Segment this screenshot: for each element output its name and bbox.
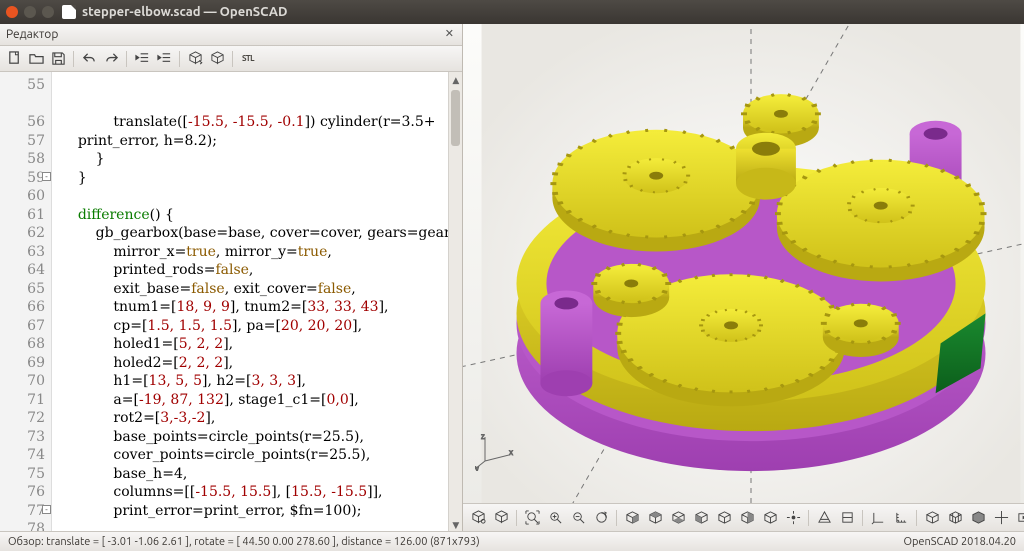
- editor-scrollbar[interactable]: ▲ ▼: [448, 72, 462, 531]
- zoom-in-icon[interactable]: [544, 507, 566, 529]
- status-right: OpenSCAD 2018.04.20: [903, 536, 1016, 548]
- animate-icon[interactable]: [1013, 507, 1024, 529]
- editor-header-label: Редактор: [6, 28, 58, 41]
- redo-icon[interactable]: [101, 49, 121, 69]
- mini-axis-indicator: z x y: [475, 431, 519, 473]
- window-controls: [6, 6, 54, 18]
- editor-panel: Редактор ✕ STL 5556575859-60616263646566…: [0, 24, 463, 531]
- wireframe-icon[interactable]: [944, 507, 966, 529]
- viewport-toolbar: [463, 503, 1024, 531]
- zoom-out-icon[interactable]: [567, 507, 589, 529]
- status-left: Обзор: translate = [ -3.01 -1.06 2.61 ],…: [8, 536, 480, 548]
- preview-cube-icon[interactable]: [467, 507, 489, 529]
- code-text[interactable]: translate([-15.5, -15.5, -0.1]) cylinder…: [52, 72, 462, 531]
- code-editor[interactable]: 5556575859-60616263646566676869707172737…: [0, 72, 462, 531]
- document-icon: [62, 5, 76, 19]
- zoom-fit-icon[interactable]: [521, 507, 543, 529]
- show-edges-icon[interactable]: [921, 507, 943, 529]
- line-number-gutter: 5556575859-60616263646566676869707172737…: [0, 72, 52, 531]
- render-cube-icon[interactable]: [490, 507, 512, 529]
- unindent-icon[interactable]: [132, 49, 152, 69]
- window-minimize-button[interactable]: [24, 6, 36, 18]
- editor-header: Редактор ✕: [0, 24, 462, 46]
- status-bar: Обзор: translate = [ -3.01 -1.06 2.61 ],…: [0, 531, 1024, 551]
- window-titlebar: stepper-elbow.scad — OpenSCAD: [0, 0, 1024, 24]
- view-front-icon[interactable]: [713, 507, 735, 529]
- undo-icon[interactable]: [79, 49, 99, 69]
- view-back-icon[interactable]: [736, 507, 758, 529]
- editor-toolbar: STL: [0, 46, 462, 72]
- crosshair-icon[interactable]: [990, 507, 1012, 529]
- perspective-icon[interactable]: [813, 507, 835, 529]
- preview-icon[interactable]: [185, 49, 205, 69]
- view-bottom-icon[interactable]: [667, 507, 689, 529]
- window-maximize-button[interactable]: [42, 6, 54, 18]
- scrollbar-thumb[interactable]: [451, 90, 460, 146]
- new-file-icon[interactable]: [4, 49, 24, 69]
- save-file-icon[interactable]: [48, 49, 68, 69]
- view-diagonal-icon[interactable]: [759, 507, 781, 529]
- export-stl-icon[interactable]: STL: [238, 49, 258, 69]
- surface-icon[interactable]: [967, 507, 989, 529]
- view-top-icon[interactable]: [644, 507, 666, 529]
- scale-markers-icon[interactable]: [890, 507, 912, 529]
- 3d-viewport[interactable]: z x y: [463, 24, 1024, 503]
- svg-text:x: x: [509, 448, 513, 457]
- open-file-icon[interactable]: [26, 49, 46, 69]
- window-title: stepper-elbow.scad — OpenSCAD: [82, 5, 287, 19]
- scroll-up-icon[interactable]: ▲: [449, 72, 462, 86]
- view-center-icon[interactable]: [782, 507, 804, 529]
- axes-toggle-icon[interactable]: [867, 507, 889, 529]
- ortho-indicator-icon: [463, 32, 949, 503]
- svg-text:z: z: [481, 432, 485, 441]
- scroll-down-icon[interactable]: ▼: [449, 517, 462, 531]
- orthographic-icon[interactable]: [836, 507, 858, 529]
- viewport-panel: z x y: [463, 24, 1024, 531]
- window-close-button[interactable]: [6, 6, 18, 18]
- svg-text:y: y: [475, 464, 479, 471]
- render-icon[interactable]: [207, 49, 227, 69]
- editor-close-button[interactable]: ✕: [442, 27, 456, 41]
- view-left-icon[interactable]: [690, 507, 712, 529]
- reset-view-icon[interactable]: [590, 507, 612, 529]
- indent-icon[interactable]: [154, 49, 174, 69]
- view-right-icon[interactable]: [621, 507, 643, 529]
